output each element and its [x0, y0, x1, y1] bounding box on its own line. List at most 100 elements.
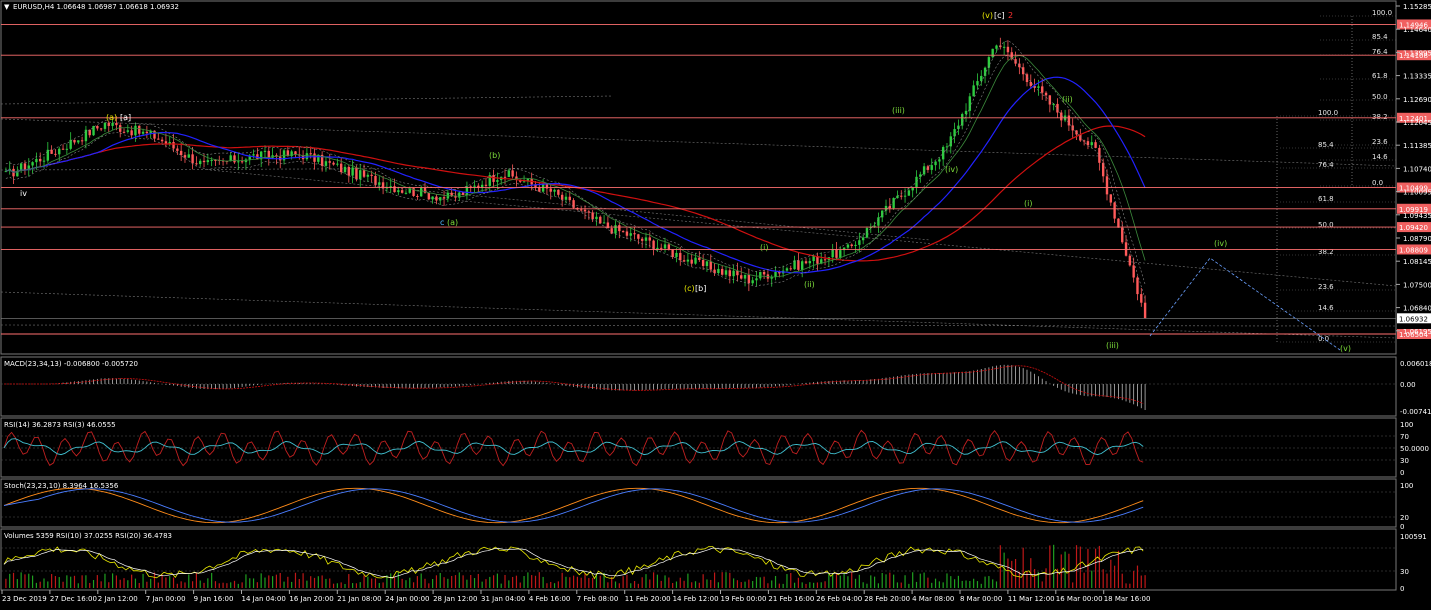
symbol-menu-icon[interactable]: ▼	[4, 3, 10, 11]
candle-body	[602, 222, 606, 224]
projection-path	[1149, 257, 1341, 351]
stoch-header: Stoch(23,23,10) 8.3964 16.5356	[4, 482, 119, 490]
candle-body	[1109, 194, 1113, 203]
candle-body	[812, 256, 815, 262]
candle-body	[1002, 46, 1006, 48]
time-tick-label: 4 Mar 08:00	[912, 595, 954, 603]
candle-body	[294, 151, 297, 155]
time-tick-label: 28 Jan 12:00	[433, 595, 477, 603]
candle-body	[58, 148, 61, 155]
wave-label: (iv)	[1214, 239, 1227, 248]
candle-body	[991, 48, 994, 58]
fib-left-label: 14.6	[1318, 304, 1334, 312]
candle-body	[431, 196, 434, 200]
candle-body	[633, 233, 636, 235]
candle-body	[549, 188, 552, 192]
rsi14-line	[3, 438, 1144, 456]
candle-body	[370, 174, 373, 176]
candle-body	[160, 139, 164, 142]
time-tick-label: 9 Jan 16:00	[194, 595, 234, 603]
candle-body	[355, 167, 358, 180]
candle-body	[473, 185, 476, 187]
candle-body	[568, 196, 571, 201]
candle-body	[804, 261, 808, 264]
candle-body	[541, 184, 545, 192]
candle-body	[945, 146, 949, 148]
candle-body	[1052, 103, 1055, 105]
candle-body	[141, 131, 145, 134]
candle-body	[50, 149, 53, 154]
fib-left-label: 50.0	[1318, 221, 1334, 229]
fib-left-label: 76.4	[1318, 161, 1334, 169]
wave-label: (iii)	[1106, 341, 1119, 350]
candle-body	[419, 187, 423, 197]
candle-body	[362, 170, 366, 177]
time-tick-label: 24 Jan 00:00	[385, 595, 429, 603]
fib-left-label: 23.6	[1318, 283, 1334, 291]
candle-body	[717, 268, 720, 274]
wave-label: (c)	[684, 284, 695, 293]
candle-body	[591, 212, 594, 220]
wave-label: (a)	[447, 218, 458, 227]
candle-body	[416, 195, 419, 197]
macd-axis-label: 0.00	[1400, 381, 1416, 389]
chart-canvas[interactable]: 100.0 85.4 76.4 61.8 50.0 38.2 23.6 14.6 0.0 100.…	[0, 0, 1431, 606]
time-tick-label: 11 Feb 20:00	[625, 595, 671, 603]
fib-left-label: 85.4	[1318, 141, 1334, 149]
candle-body	[679, 252, 682, 261]
candle-body	[938, 159, 941, 162]
rsi-lines	[3, 429, 1144, 467]
stoch-lines	[3, 487, 1144, 524]
wave-label: (a)	[106, 113, 117, 122]
candle-body	[233, 155, 236, 163]
time-tick-label: 21 Feb 16:00	[768, 595, 814, 603]
price-tick-label: 1.13335	[1403, 73, 1431, 81]
candle-body	[496, 180, 499, 182]
candle-body	[202, 160, 206, 163]
candle-body	[873, 225, 876, 227]
candle-body	[1143, 302, 1147, 319]
time-tick-label: 7 Feb 08:00	[577, 595, 618, 603]
candle-body	[740, 275, 743, 279]
symbol-header: EURUSD,H4 1.06648 1.06987 1.06618 1.0693…	[13, 3, 179, 11]
candle-body	[1086, 141, 1090, 146]
candle-body	[858, 240, 861, 245]
candle-body	[629, 233, 632, 236]
candle-body	[336, 163, 339, 165]
trend-line	[429, 197, 1397, 287]
candle-body	[884, 205, 888, 211]
candle-body	[713, 269, 716, 274]
price-tick-label: 1.10095	[1403, 189, 1431, 197]
time-axis: 23 Dec 2019 27 Dec 16:00 2 Jan 12:00 7 Jan …	[1, 590, 1150, 603]
candle-body	[976, 81, 979, 86]
macd-pane	[0, 356, 1397, 417]
candle-body	[130, 130, 133, 136]
candle-body	[263, 150, 267, 152]
candle-body	[743, 274, 747, 279]
candle-body	[240, 161, 244, 163]
time-tick-label: 2 Jan 12:00	[98, 595, 138, 603]
candle-body	[930, 165, 933, 170]
fib-left-label: 0.0	[1318, 335, 1329, 343]
candle-body	[553, 189, 556, 192]
chart-window[interactable]: 100.0 85.4 76.4 61.8 50.0 38.2 23.6 14.6 0.0 100.…	[0, 0, 1431, 606]
macd-histogram	[4, 364, 1146, 410]
candle-body	[698, 257, 701, 260]
trend-line	[0, 167, 613, 171]
price-tick-label: 1.15285	[1403, 3, 1431, 11]
candle-body	[65, 148, 69, 150]
candle-body	[439, 197, 442, 201]
price-tick-label: 1.11385	[1403, 142, 1431, 150]
candle-body	[644, 237, 648, 241]
candle-body	[507, 170, 511, 177]
time-tick-label: 16 Jan 20:00	[289, 595, 333, 603]
wave-label: (i)	[1024, 199, 1032, 208]
candle-body	[583, 209, 587, 212]
ma-red-line	[5, 125, 1146, 262]
candle-body	[92, 125, 95, 136]
candle-body	[328, 161, 331, 163]
candle-body	[660, 247, 663, 249]
stoch-axis-label: 100	[1400, 482, 1413, 490]
candle-body	[442, 197, 446, 199]
candle-body	[903, 195, 907, 197]
